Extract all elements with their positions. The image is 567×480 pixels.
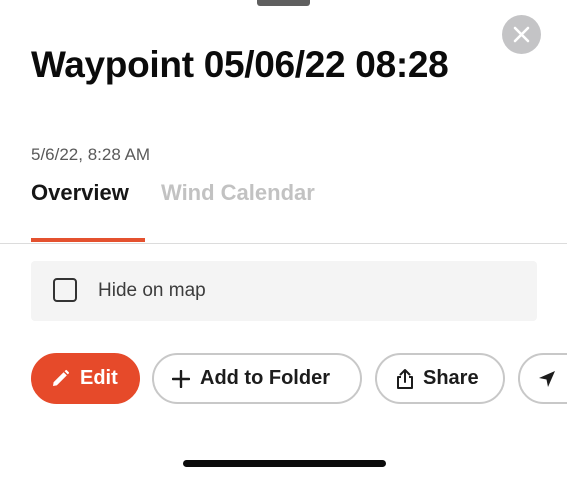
edit-button-label: Edit	[80, 367, 118, 389]
hide-on-map-toggle[interactable]: Hide on map	[31, 261, 537, 321]
tab-overview[interactable]: Overview	[31, 180, 129, 206]
action-buttons-row: Edit Add to Folder Share	[0, 353, 567, 405]
hide-on-map-label: Hide on map	[98, 280, 206, 301]
active-tab-indicator	[31, 238, 145, 242]
close-button[interactable]	[502, 15, 541, 54]
sheet-grabber-handle[interactable]	[257, 0, 310, 6]
share-label: Share	[423, 367, 479, 389]
share-button[interactable]: Share	[375, 353, 505, 404]
waypoint-date: 5/6/22, 8:28 AM	[31, 145, 151, 164]
tab-wind-calendar[interactable]: Wind Calendar	[161, 180, 315, 206]
close-icon	[513, 26, 530, 43]
navigation-arrow-icon	[539, 371, 555, 387]
home-indicator	[183, 460, 386, 467]
pencil-icon	[53, 369, 70, 386]
waypoint-title: Waypoint 05/06/22 08:28	[31, 44, 449, 85]
hide-on-map-checkbox[interactable]	[53, 278, 77, 302]
share-icon	[397, 369, 413, 389]
plus-icon	[172, 370, 190, 388]
waypoint-detail-sheet: Waypoint 05/06/22 08:28 5/6/22, 8:28 AM …	[0, 0, 567, 480]
add-to-folder-button[interactable]: Add to Folder	[152, 353, 362, 404]
edit-button[interactable]: Edit	[31, 353, 140, 404]
navigate-button[interactable]	[518, 353, 567, 404]
tab-divider	[0, 243, 567, 244]
add-to-folder-label: Add to Folder	[200, 367, 330, 389]
